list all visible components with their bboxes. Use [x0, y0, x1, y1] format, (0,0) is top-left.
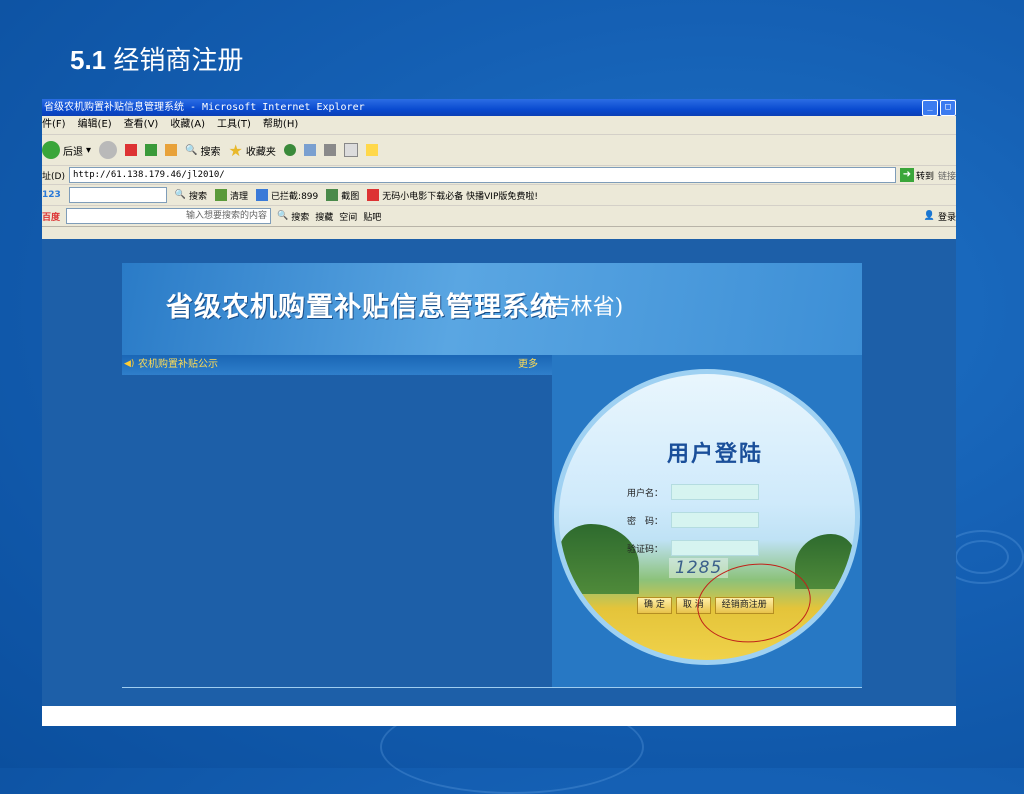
password-label: 密 码：: [627, 516, 664, 527]
notice-label[interactable]: 农机购置补贴公示: [138, 355, 218, 375]
browser-window: 省级农机购置补贴信息管理系统 - Microsoft Internet Expl…: [42, 99, 956, 726]
links-label[interactable]: 链接: [938, 169, 956, 182]
menu-file[interactable]: 件(F): [42, 116, 66, 134]
back-button[interactable]: 后退 ▾: [42, 141, 91, 159]
go-label: 转到: [915, 171, 934, 182]
toolbar-search-label: 搜索: [189, 191, 208, 202]
banner-province: (吉林省): [540, 295, 624, 320]
baidu-search-button[interactable]: 🔍 搜索: [277, 210, 309, 223]
back-arrow-icon: [42, 141, 60, 159]
clean-label: 清理: [230, 191, 249, 202]
username-label: 用户名：: [627, 488, 664, 499]
tieba-label: 贴吧: [363, 212, 382, 223]
star-icon: ★: [228, 140, 243, 160]
menu-help[interactable]: 帮助(H): [263, 116, 298, 134]
maximize-button[interactable]: □: [940, 100, 956, 116]
address-input[interactable]: http://61.138.179.46/jl2010/: [68, 167, 896, 183]
captcha-label: 验证码：: [627, 544, 664, 555]
magnifier-icon: 🔍: [185, 144, 198, 156]
screenshot-button[interactable]: 截图: [326, 189, 359, 202]
promo-icon: [367, 189, 380, 201]
address-label: 址(D): [42, 171, 65, 182]
baidu-toolbar: 百度 输入想要搜索的内容 🔍 搜索 搜藏 空间 贴吧 👤 登录: [42, 206, 956, 227]
baidu-placeholder: 输入想要搜索的内容: [186, 211, 268, 221]
stop-icon[interactable]: [125, 144, 138, 156]
notice-bar: ◀) 农机购置补贴公示 更多: [122, 355, 552, 375]
trees-left: [559, 524, 639, 594]
password-row: 密 码：: [627, 512, 759, 528]
slide-title: 5.1 经销商注册: [70, 40, 243, 77]
go-button[interactable]: ➜ 转到: [899, 168, 934, 182]
home-icon[interactable]: [165, 144, 178, 156]
speaker-icon: ◀): [124, 359, 135, 369]
address-bar: 址(D) http://61.138.179.46/jl2010/ ➜ 转到 链…: [42, 166, 956, 185]
favorites-label: 收藏夹: [245, 146, 276, 158]
toolbar-123: 123 🔍 搜索 清理 已拦截:899 截图 无码小电影下载必备 快播VIP版免…: [42, 185, 956, 206]
toolbar-login-label: 登录: [937, 212, 956, 223]
menu-favorites[interactable]: 收藏(A): [170, 116, 205, 134]
baidu-logo-icon: 百度: [42, 212, 61, 223]
window-title: 省级农机购置补贴信息管理系统 - Microsoft Internet Expl…: [44, 102, 365, 113]
menu-bar: 件(F) 编辑(E) 查看(V) 收藏(A) 工具(T) 帮助(H): [42, 116, 956, 135]
status-area: [42, 706, 956, 726]
login-title: 用户登陆: [667, 442, 764, 467]
ok-button[interactable]: 确 定: [637, 597, 672, 614]
clean-button[interactable]: 清理: [215, 189, 248, 202]
blocked-label: 已拦截:899: [271, 191, 319, 202]
username-row: 用户名：: [627, 484, 759, 500]
popup-blocked-button[interactable]: 已拦截:899: [256, 189, 318, 202]
space-button[interactable]: 空间: [339, 210, 357, 223]
captcha-row: 验证码：: [627, 540, 759, 556]
favorites-button[interactable]: ★ 收藏夹: [228, 141, 275, 160]
slide-title-text: 经销商注册: [113, 45, 244, 75]
standard-toolbar: 后退 ▾ 🔍 搜索 ★ 收藏夹: [42, 135, 956, 166]
notes-icon[interactable]: [365, 144, 378, 156]
login-circle: 用户登陆 用户名： 密 码： 验证码： 1285 确 定 取 消 经销商注册: [554, 369, 860, 665]
window-titlebar: 省级农机购置补贴信息管理系统 - Microsoft Internet Expl…: [42, 99, 956, 116]
search-label: 搜索: [200, 146, 221, 158]
user-icon: 👤: [923, 211, 935, 221]
captcha-input[interactable]: [671, 540, 759, 556]
mail-icon[interactable]: [303, 144, 316, 156]
tieba-button[interactable]: 贴吧: [363, 210, 381, 223]
logo-123-icon: 123: [42, 190, 61, 200]
baidu-search-input[interactable]: 输入想要搜索的内容: [66, 208, 272, 224]
promo-link[interactable]: 无码小电影下载必备 快播VIP版免费啦!: [367, 189, 538, 202]
username-input[interactable]: [671, 484, 759, 500]
collect-label: 搜藏: [315, 212, 334, 223]
go-arrow-icon: ➜: [899, 168, 914, 182]
notice-more-link[interactable]: 更多: [518, 355, 538, 375]
menu-edit[interactable]: 编辑(E): [78, 116, 112, 134]
minimize-button[interactable]: _: [922, 100, 938, 116]
space-label: 空间: [339, 212, 358, 223]
content-divider: [122, 687, 862, 688]
broom-icon: [215, 189, 228, 201]
toolbar-search-button[interactable]: 🔍 搜索: [175, 189, 207, 202]
password-input[interactable]: [671, 512, 759, 528]
search-button[interactable]: 🔍 搜索: [185, 143, 220, 158]
login-toolbar-button[interactable]: 👤 登录: [924, 210, 956, 223]
toolbar-search-input[interactable]: [68, 187, 167, 203]
banner-title: 省级农机购置补贴信息管理系统: [166, 292, 558, 323]
menu-tools[interactable]: 工具(T): [217, 116, 251, 134]
slide-title-number: 5.1: [70, 45, 107, 75]
collect-button[interactable]: 搜藏: [315, 210, 333, 223]
print-icon[interactable]: [323, 144, 336, 156]
history-icon[interactable]: [283, 144, 296, 156]
refresh-icon[interactable]: [145, 144, 158, 156]
camera-icon: [326, 189, 339, 201]
promo-label: 无码小电影下载必备 快播VIP版免费啦!: [382, 191, 538, 202]
forward-arrow-icon[interactable]: [99, 141, 118, 159]
login-panel: 用户登陆 用户名： 密 码： 验证码： 1285 确 定 取 消 经销商注册: [552, 355, 862, 687]
shield-icon: [256, 189, 269, 201]
baidu-search-label: 搜索: [291, 212, 310, 223]
screenshot-label: 截图: [341, 191, 360, 202]
menu-view[interactable]: 查看(V): [124, 116, 159, 134]
page-content: 省级农机购置补贴信息管理系统 (吉林省) ◀) 农机购置补贴公示 更多 用户登陆…: [42, 239, 956, 706]
window-controls: _ □: [922, 100, 956, 116]
site-banner: 省级农机购置补贴信息管理系统 (吉林省): [122, 263, 862, 357]
back-label: 后退: [63, 146, 83, 158]
edit-icon[interactable]: [343, 143, 358, 157]
